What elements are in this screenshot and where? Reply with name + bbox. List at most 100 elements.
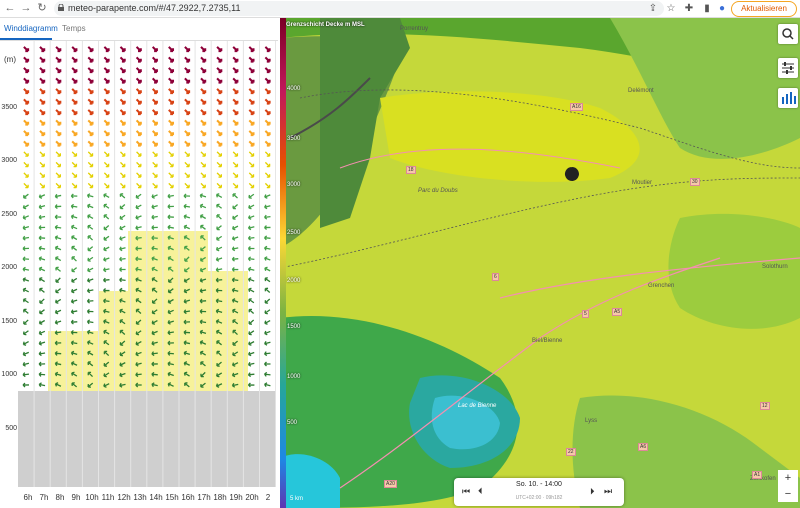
wind-barb-icon [216, 67, 223, 74]
wind-barb-icon [71, 98, 78, 105]
wind-barb-icon [248, 46, 255, 53]
extensions-icon[interactable]: ✚ [682, 0, 696, 17]
wind-barb-icon [247, 361, 255, 367]
wind-barb-icon [87, 235, 94, 241]
wind-barb-icon [248, 140, 255, 147]
wind-barb-icon [200, 56, 207, 63]
wind-barb-icon [200, 140, 207, 147]
wind-barb-icon [167, 193, 174, 199]
wind-barb-icon [71, 172, 78, 178]
place-label: Solothurn [762, 264, 788, 270]
wind-barb-icon [232, 172, 239, 178]
wind-barb-icon [38, 361, 46, 367]
wind-barb-icon [23, 67, 30, 74]
road-number: 30 [690, 178, 700, 186]
wind-barb-icon [87, 267, 94, 273]
wind-barb-icon [71, 245, 78, 251]
wind-barb-icon [216, 235, 223, 241]
address-bar[interactable]: meteo-parapente.com/#/47.2922,7.2735,11 [54, 1, 664, 16]
reload-icon[interactable]: ↻ [36, 0, 48, 17]
wind-barb-icon [200, 182, 206, 189]
wind-barb-icon [184, 151, 190, 157]
wind-barb-icon [71, 109, 78, 116]
wind-barb-icon [87, 98, 94, 105]
wind-barb-icon [135, 98, 142, 105]
road-number: A16 [570, 103, 583, 111]
wind-barb-icon [184, 46, 191, 53]
road-number: A6 [638, 443, 649, 451]
wind-barb-icon [135, 109, 142, 116]
wind-barb-icon [216, 109, 223, 116]
avatar[interactable]: ● [715, 0, 729, 17]
search-button[interactable] [778, 24, 798, 44]
wind-barb-icon [151, 194, 158, 199]
altitude-unit: (m) [4, 55, 16, 64]
tab-temps[interactable]: Temps [62, 24, 86, 33]
wind-barb-icon [70, 224, 78, 230]
x-label: 7h [39, 493, 49, 502]
wind-barb-icon [264, 204, 271, 210]
place-label: Porrentruy [400, 26, 429, 32]
x-label: 14h [149, 493, 163, 502]
zoom-in-button[interactable]: + [778, 470, 798, 486]
wind-barb-icon [119, 77, 126, 84]
wind-barb-icon [152, 161, 158, 168]
wind-barb-icon [70, 319, 78, 325]
wind-grid [18, 41, 276, 487]
wind-barb-icon [22, 362, 30, 367]
wind-barb-icon [39, 109, 46, 116]
time-subtitle: UTC+02:00 · 09h182 [515, 495, 563, 501]
wind-barb-icon [38, 214, 46, 220]
scale-label: 1500 [287, 324, 301, 330]
step-forward-icon[interactable]: ⏵ [590, 486, 595, 497]
wind-barb-icon [215, 193, 223, 199]
x-label: 15h [165, 493, 179, 502]
wind-barb-icon [87, 67, 94, 74]
wind-barb-icon [22, 204, 29, 210]
wind-barb-icon [87, 246, 94, 252]
x-label: 19h [229, 493, 243, 502]
sidepanel-icon[interactable]: ▮ [700, 0, 714, 17]
wind-barb-icon [38, 245, 46, 251]
x-label: 11h [101, 493, 115, 502]
wind-barb-icon [39, 151, 45, 157]
wind-barb-icon [264, 161, 271, 168]
chart-button[interactable] [778, 88, 798, 108]
wind-barb-icon [231, 256, 239, 262]
bookmark-star-icon[interactable]: ☆ [664, 0, 678, 17]
settings-button[interactable] [778, 58, 798, 78]
wind-barb-icon [55, 288, 61, 294]
x-label: 10h [85, 493, 99, 502]
back-icon[interactable]: ← [4, 0, 16, 17]
wind-barb-icon [39, 161, 45, 168]
wind-barb-icon [248, 56, 255, 63]
wind-barb-icon [232, 204, 238, 210]
wind-barb-icon [264, 351, 271, 357]
share-icon[interactable]: ⇪ [646, 0, 660, 17]
y-label: 500 [5, 425, 17, 432]
tab-winddiagramm[interactable]: Winddiagramm [4, 24, 58, 33]
location-pin-icon[interactable] [564, 167, 579, 181]
wind-barb-icon [70, 214, 78, 219]
update-button[interactable]: Aktualisieren [731, 1, 797, 17]
wind-barb-icon [23, 308, 29, 314]
wind-barb-icon [215, 257, 223, 262]
wind-barb-icon [71, 235, 78, 241]
wind-barb-icon [22, 225, 30, 231]
wind-barb-icon [135, 130, 142, 137]
wind-barb-icon [216, 151, 222, 157]
wind-barb-icon [184, 119, 191, 126]
wind-barb-icon [216, 161, 222, 168]
wind-barb-icon [216, 182, 222, 189]
zoom-out-button[interactable]: − [778, 486, 798, 502]
skip-end-icon[interactable]: ⏭ [604, 486, 612, 497]
wind-barb-icon [168, 161, 174, 168]
wind-barb-icon [103, 140, 110, 147]
wind-barb-icon [232, 67, 239, 74]
wind-barb-icon [264, 119, 271, 126]
map-view[interactable]: Grenzschicht Decke m MSL 4000 3500 3000 … [280, 18, 800, 508]
wind-barb-icon [168, 151, 174, 157]
url-text: meteo-parapente.com/#/47.2922,7.2735,11 [68, 3, 241, 13]
forward-icon[interactable]: → [20, 0, 32, 17]
wind-barb-icon [55, 172, 61, 178]
